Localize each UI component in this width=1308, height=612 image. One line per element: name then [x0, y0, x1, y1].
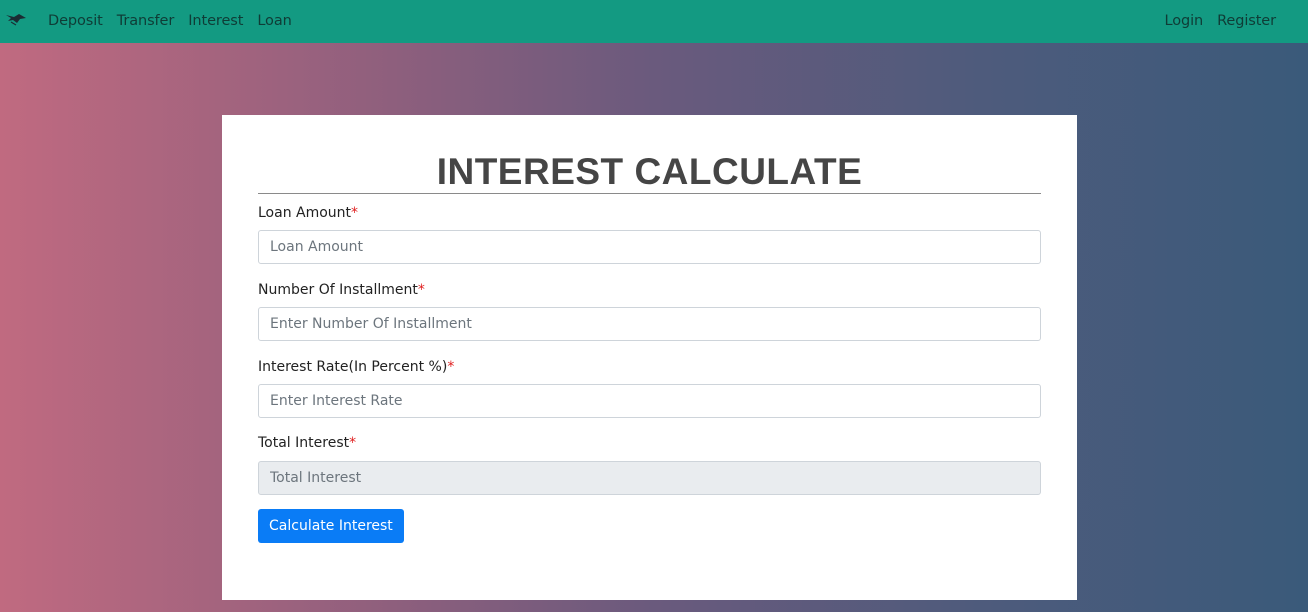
nav-link-deposit[interactable]: Deposit [48, 13, 103, 29]
interest-form-card: INTEREST CALCULATE Loan Amount* Number O… [222, 115, 1077, 600]
nav-link-transfer[interactable]: Transfer [117, 13, 175, 29]
nav-link-loan[interactable]: Loan [257, 13, 291, 29]
title-divider [258, 193, 1041, 194]
interest-rate-input[interactable] [258, 384, 1041, 418]
loan-amount-input[interactable] [258, 230, 1041, 264]
nav-left-links: Deposit Transfer Interest Loan [48, 13, 306, 29]
required-mark: * [349, 435, 357, 451]
interest-rate-label: Interest Rate(In Percent %)* [258, 359, 454, 375]
nav-link-interest[interactable]: Interest [188, 13, 243, 29]
loan-amount-label-text: Loan Amount [258, 205, 352, 221]
total-interest-label-text: Total Interest [258, 435, 350, 451]
total-interest-field [258, 461, 1041, 495]
nav-right-links: Login Register [1150, 13, 1276, 29]
nav-link-login[interactable]: Login [1164, 13, 1203, 29]
installment-label-text: Number Of Installment [258, 282, 418, 298]
installment-label: Number Of Installment* [258, 282, 425, 298]
interest-rate-label-text: Interest Rate(In Percent %) [258, 359, 448, 375]
required-mark: * [351, 205, 359, 221]
required-mark: * [447, 359, 455, 375]
bird-logo-icon[interactable] [5, 11, 27, 29]
page-title: INTEREST CALCULATE [436, 151, 863, 192]
nav-link-register[interactable]: Register [1217, 13, 1276, 29]
total-interest-label: Total Interest* [258, 435, 356, 451]
required-mark: * [417, 282, 425, 298]
calculate-interest-button[interactable]: Calculate Interest [258, 509, 404, 543]
top-navbar: Deposit Transfer Interest Loan Login Reg… [0, 0, 1308, 43]
installment-input[interactable] [258, 307, 1041, 341]
loan-amount-label: Loan Amount* [258, 205, 358, 221]
